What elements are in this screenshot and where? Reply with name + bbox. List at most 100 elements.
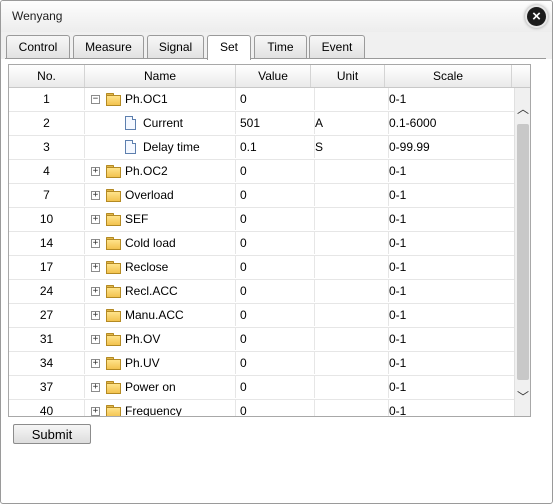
row-name-label: Overload: [125, 188, 174, 202]
expand-toggle-icon[interactable]: +: [91, 215, 100, 224]
row-name-label: Delay time: [143, 140, 200, 154]
row-unit: A: [311, 112, 389, 134]
folder-icon: [106, 357, 121, 370]
expand-toggle-icon[interactable]: +: [91, 287, 100, 296]
expand-toggle-icon[interactable]: +: [91, 167, 100, 176]
row-value[interactable]: 0: [236, 352, 315, 374]
row-value[interactable]: 0: [236, 208, 315, 230]
expand-toggle-icon[interactable]: +: [91, 191, 100, 200]
dialog-window: Wenyang × Control Measure Signal Set Tim…: [0, 0, 553, 504]
table-row[interactable]: 17 + Reclose 0 0-1: [9, 256, 514, 280]
close-icon[interactable]: ×: [527, 7, 546, 26]
expand-toggle-icon[interactable]: +: [91, 359, 100, 368]
table-row[interactable]: 27 + Manu.ACC 0 0-1: [9, 304, 514, 328]
table-row[interactable]: 3 Delay time 0.1 S 0-99.99: [9, 136, 514, 160]
row-value[interactable]: 0.1: [236, 136, 315, 158]
row-name-cell[interactable]: + Power on: [85, 376, 236, 398]
row-scale: 0-1: [389, 188, 407, 202]
tab-signal[interactable]: Signal: [147, 35, 204, 58]
col-header-no[interactable]: No.: [9, 65, 85, 87]
expand-toggle-icon[interactable]: +: [91, 263, 100, 272]
tab-time[interactable]: Time: [254, 35, 307, 58]
row-value[interactable]: 501: [236, 112, 315, 134]
row-number: 14: [9, 232, 85, 254]
table-row[interactable]: 34 + Ph.UV 0 0-1: [9, 352, 514, 376]
row-name-cell[interactable]: + Overload: [85, 184, 236, 206]
expand-toggle-icon[interactable]: +: [91, 335, 100, 344]
grid-header: No. Name Value Unit Scale: [9, 65, 530, 88]
col-header-scale[interactable]: Scale: [385, 65, 512, 87]
expand-toggle-icon[interactable]: +: [91, 407, 100, 416]
row-value[interactable]: 0: [236, 232, 315, 254]
col-header-unit[interactable]: Unit: [311, 65, 385, 87]
tab-control[interactable]: Control: [6, 35, 70, 58]
table-row[interactable]: 7 + Overload 0 0-1: [9, 184, 514, 208]
row-scale: 0-1: [389, 164, 407, 178]
row-name-cell[interactable]: + Recl.ACC: [85, 280, 236, 302]
table-row[interactable]: 40 + Frequency 0 0-1: [9, 400, 514, 416]
row-name-cell[interactable]: + Reclose: [85, 256, 236, 278]
table-row[interactable]: 2 Current 501 A 0.1-6000: [9, 112, 514, 136]
table-row[interactable]: 24 + Recl.ACC 0 0-1: [9, 280, 514, 304]
row-unit: [311, 232, 389, 254]
folder-icon: [106, 333, 121, 346]
table-row[interactable]: 14 + Cold load 0 0-1: [9, 232, 514, 256]
row-name-cell[interactable]: + Ph.OV: [85, 328, 236, 350]
row-unit: [311, 160, 389, 182]
row-value[interactable]: 0: [236, 280, 315, 302]
row-unit: [311, 208, 389, 230]
row-name-label: Ph.UV: [125, 356, 160, 370]
expand-toggle-icon[interactable]: +: [91, 383, 100, 392]
row-value[interactable]: 0: [236, 160, 315, 182]
row-scale: 0.1-6000: [389, 116, 437, 130]
scroll-up-arrow-icon[interactable]: ︿: [515, 102, 530, 116]
table-row[interactable]: 1− Ph.OC1 0 0-1: [9, 88, 514, 112]
row-scale: 0-1: [389, 332, 407, 346]
row-unit: [311, 376, 389, 398]
collapse-toggle-icon[interactable]: −: [91, 95, 100, 104]
row-name-cell[interactable]: Delay time: [85, 136, 236, 158]
row-number: 2: [9, 112, 85, 134]
row-value[interactable]: 0: [236, 184, 315, 206]
row-value[interactable]: 0: [236, 376, 315, 398]
folder-icon: [106, 261, 121, 274]
tab-event[interactable]: Event: [309, 35, 365, 58]
row-number: 1: [9, 88, 85, 110]
row-value[interactable]: 0: [236, 328, 315, 350]
table-row[interactable]: 37 + Power on 0 0-1: [9, 376, 514, 400]
tab-measure[interactable]: Measure: [73, 35, 144, 58]
row-name-cell[interactable]: + Ph.OC2: [85, 160, 236, 182]
row-name-cell[interactable]: + Frequency: [85, 400, 236, 416]
row-name-label: Manu.ACC: [125, 308, 184, 322]
row-unit: [311, 400, 389, 416]
row-name-cell[interactable]: + Ph.UV: [85, 352, 236, 374]
settings-grid: No. Name Value Unit Scale 1− Ph.OC1 0 0-1 2 C…: [8, 64, 531, 417]
submit-button[interactable]: Submit: [13, 424, 91, 444]
table-row[interactable]: 31 + Ph.OV 0 0-1: [9, 328, 514, 352]
row-name-cell[interactable]: + Manu.ACC: [85, 304, 236, 326]
row-value[interactable]: 0: [236, 256, 315, 278]
row-value[interactable]: 0: [236, 400, 315, 416]
tab-underline: [5, 58, 546, 59]
vertical-scrollbar[interactable]: ︿ ﹀: [514, 88, 530, 416]
col-header-value[interactable]: Value: [236, 65, 311, 87]
row-name-cell[interactable]: − Ph.OC1: [85, 88, 236, 110]
row-name-cell[interactable]: + Cold load: [85, 232, 236, 254]
tab-set[interactable]: Set: [207, 35, 251, 60]
row-scale: 0-1: [389, 308, 407, 322]
row-value[interactable]: 0: [236, 304, 315, 326]
row-value[interactable]: 0: [236, 88, 315, 110]
expand-toggle-icon[interactable]: +: [91, 239, 100, 248]
col-header-name[interactable]: Name: [85, 65, 236, 87]
row-name-cell[interactable]: + SEF: [85, 208, 236, 230]
row-number: 34: [9, 352, 85, 374]
expand-toggle-icon[interactable]: +: [91, 311, 100, 320]
folder-icon: [106, 189, 121, 202]
scroll-down-arrow-icon[interactable]: ﹀: [515, 390, 530, 404]
scroll-thumb[interactable]: [517, 124, 529, 380]
row-name-cell[interactable]: Current: [85, 112, 236, 134]
row-number: 37: [9, 376, 85, 398]
table-row[interactable]: 10 + SEF 0 0-1: [9, 208, 514, 232]
row-name-label: Ph.OC2: [125, 164, 168, 178]
table-row[interactable]: 4 + Ph.OC2 0 0-1: [9, 160, 514, 184]
